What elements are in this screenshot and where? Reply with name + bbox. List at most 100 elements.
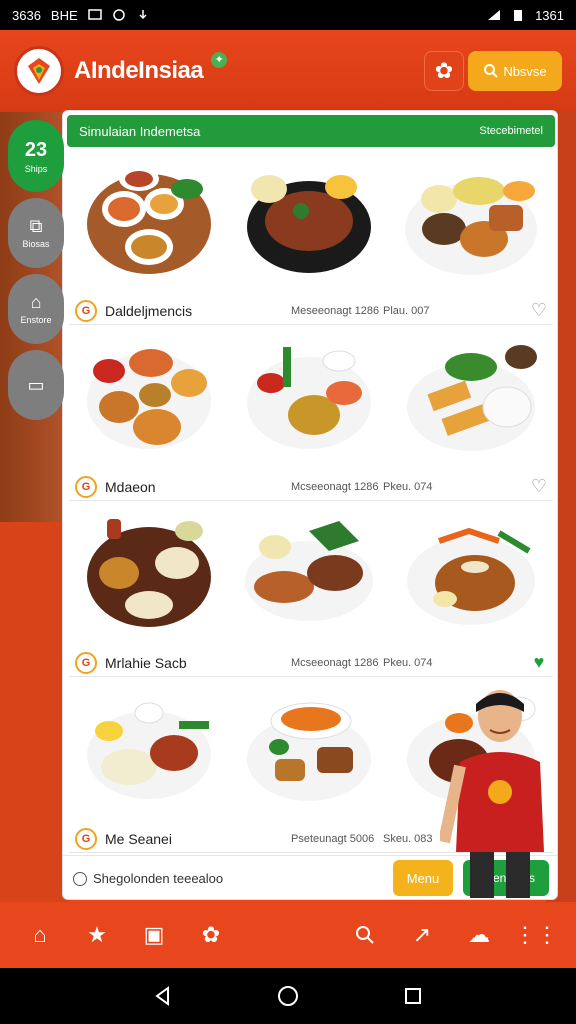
star-icon: ✿ [434, 58, 454, 83]
image-icon: ▣ [143, 922, 165, 947]
download-icon [139, 10, 147, 20]
heart-icon[interactable]: ♡ [529, 477, 549, 497]
restaurant-card[interactable]: G Mdaeon Mcseeonagt 1286 Pkeu. 074 ♡ [69, 325, 553, 501]
battery-icon [514, 10, 523, 21]
restaurant-name: Daldeljmencis [105, 303, 193, 319]
dish-image [247, 702, 371, 801]
star-icon: ★ [87, 922, 107, 947]
nav-share[interactable]: ↗ [402, 915, 442, 955]
restaurant-name: Mrlahie Sacb [105, 655, 187, 671]
nav-more[interactable]: ⋮⋮ [514, 915, 558, 955]
side-item-label: Enstore [20, 315, 52, 325]
back-icon [154, 986, 169, 1006]
app-header: AIndeInsiaa ✦ ✿ Nbsvse [0, 30, 576, 112]
dish-gallery [69, 501, 553, 641]
dish-image [407, 345, 537, 451]
recents-icon [405, 988, 422, 1004]
status-bar: 3636 BHE 1361 [0, 0, 576, 30]
app-logo[interactable] [14, 46, 64, 96]
side-nav: 23 Ships ⧉ Biosas ⌂ Enstore ▭ [8, 120, 64, 420]
nav-cloud[interactable]: ☁ [459, 915, 499, 955]
signal-icon [488, 10, 501, 20]
nav-gallery[interactable]: ▣ [134, 915, 174, 955]
panel-header-right[interactable]: Stecebimetel [479, 125, 543, 137]
dish-image [87, 702, 211, 799]
restaurant-card[interactable]: G Daldeljmencis Meseeonagt 1286 Plau. 00… [69, 149, 553, 325]
restaurant-meta: Meseeonagt 1286 [291, 305, 380, 317]
dish-image [407, 527, 535, 625]
restaurant-sub: Plau. 007 [383, 305, 430, 317]
side-badge-count: 23 [24, 138, 48, 161]
info-icon [73, 871, 87, 886]
card-footer: G Mdaeon Mcseeonagt 1286 Pkeu. 074 ♡ [75, 475, 549, 499]
restaurant-logo-icon: G [75, 300, 97, 322]
gear-icon: ✿ [201, 922, 221, 947]
side-badge[interactable]: 23 Ships [8, 120, 64, 192]
status-time: 1361 [535, 7, 564, 23]
panel-header: Simulaian Indemetsa Stecebimetel [67, 115, 555, 147]
side-badge-label: Ships [24, 163, 48, 174]
search-button[interactable]: Nbsvse [468, 51, 562, 91]
dish-image [87, 349, 211, 449]
mascot-character [440, 690, 544, 898]
nav-search[interactable] [345, 915, 385, 955]
chat-icon: ⧉ [29, 216, 43, 236]
dish-gallery [69, 325, 553, 465]
dish-gallery [69, 149, 553, 289]
share-icon: ↗ [412, 922, 432, 947]
home-icon: ⌂ [30, 292, 42, 312]
favorites-button[interactable]: ✿ [424, 51, 464, 91]
restaurant-name: Me Seanei [105, 831, 172, 847]
nav-settings[interactable]: ✿ [191, 915, 231, 955]
dish-image [87, 167, 211, 274]
logo-icon [28, 58, 50, 84]
menu-button-label: Menu [406, 870, 440, 886]
restaurant-logo-icon: G [75, 652, 97, 674]
dish-image [405, 177, 537, 275]
status-left-text: 3636 [12, 7, 41, 23]
app-screen: 3636 BHE 1361 AIndeInsiaa ✦ ✿ Nbsvse Sim… [0, 0, 576, 1024]
cloud-icon: ☁ [468, 922, 490, 947]
panel-title: Simulaian Indemetsa [79, 123, 201, 139]
back-button[interactable] [151, 984, 175, 1008]
recents-button[interactable] [401, 984, 425, 1008]
restaurant-card[interactable]: G Mrlahie Sacb Mcseeonagt 1286 Pkeu. 074… [69, 501, 553, 677]
bottom-nav: ⌂ ★ ▣ ✿ ↗ ☁ ⋮⋮ [0, 902, 576, 968]
card-footer: G Daldeljmencis Meseeonagt 1286 Plau. 00… [75, 299, 549, 323]
restaurant-sub: Pkeu. 074 [383, 657, 433, 669]
system-nav-bar [0, 968, 576, 1024]
dish-image [87, 519, 211, 627]
status-carrier: BHE [50, 7, 78, 23]
card-footer: G Mrlahie Sacb Mcseeonagt 1286 Pkeu. 074… [75, 651, 549, 675]
sparkle-icon: ✦ [211, 52, 228, 68]
dish-image [247, 175, 371, 273]
heart-icon[interactable]: ♡ [529, 301, 549, 321]
restaurant-name: Mdaeon [105, 479, 156, 495]
restaurant-meta: Mcseeonagt 1286 [291, 481, 379, 493]
side-item-book[interactable]: ▭ [8, 350, 64, 420]
home-icon: ⌂ [33, 922, 47, 947]
home-button[interactable] [276, 984, 300, 1008]
app-title: AIndeInsiaa [74, 57, 204, 84]
dish-image [247, 347, 371, 449]
search-icon [356, 926, 374, 944]
message-icon [87, 9, 102, 20]
nav-favorites[interactable]: ★ [77, 915, 117, 955]
more-icon: ⋮⋮ [514, 922, 558, 947]
heart-icon[interactable]: ♥ [529, 653, 549, 673]
nav-home[interactable]: ⌂ [20, 915, 60, 955]
restaurant-logo-icon: G [75, 476, 97, 498]
restaurant-sub: Pkeu. 074 [383, 481, 433, 493]
search-icon [484, 64, 499, 78]
search-hint[interactable]: Shegolonden teeealoo [93, 871, 223, 886]
side-item-biosas[interactable]: ⧉ Biosas [8, 198, 64, 268]
dish-image [245, 521, 373, 621]
circle-home-icon [277, 986, 298, 1006]
restaurant-meta: Pseteunagt 5006 [291, 833, 375, 845]
book-icon: ▭ [27, 375, 45, 395]
side-item-enstore[interactable]: ⌂ Enstore [8, 274, 64, 344]
at-icon [112, 9, 125, 21]
search-button-label: Nbsvse [503, 63, 547, 79]
restaurant-logo-icon: G [75, 828, 97, 850]
restaurant-meta: Mcseeonagt 1286 [291, 657, 379, 669]
